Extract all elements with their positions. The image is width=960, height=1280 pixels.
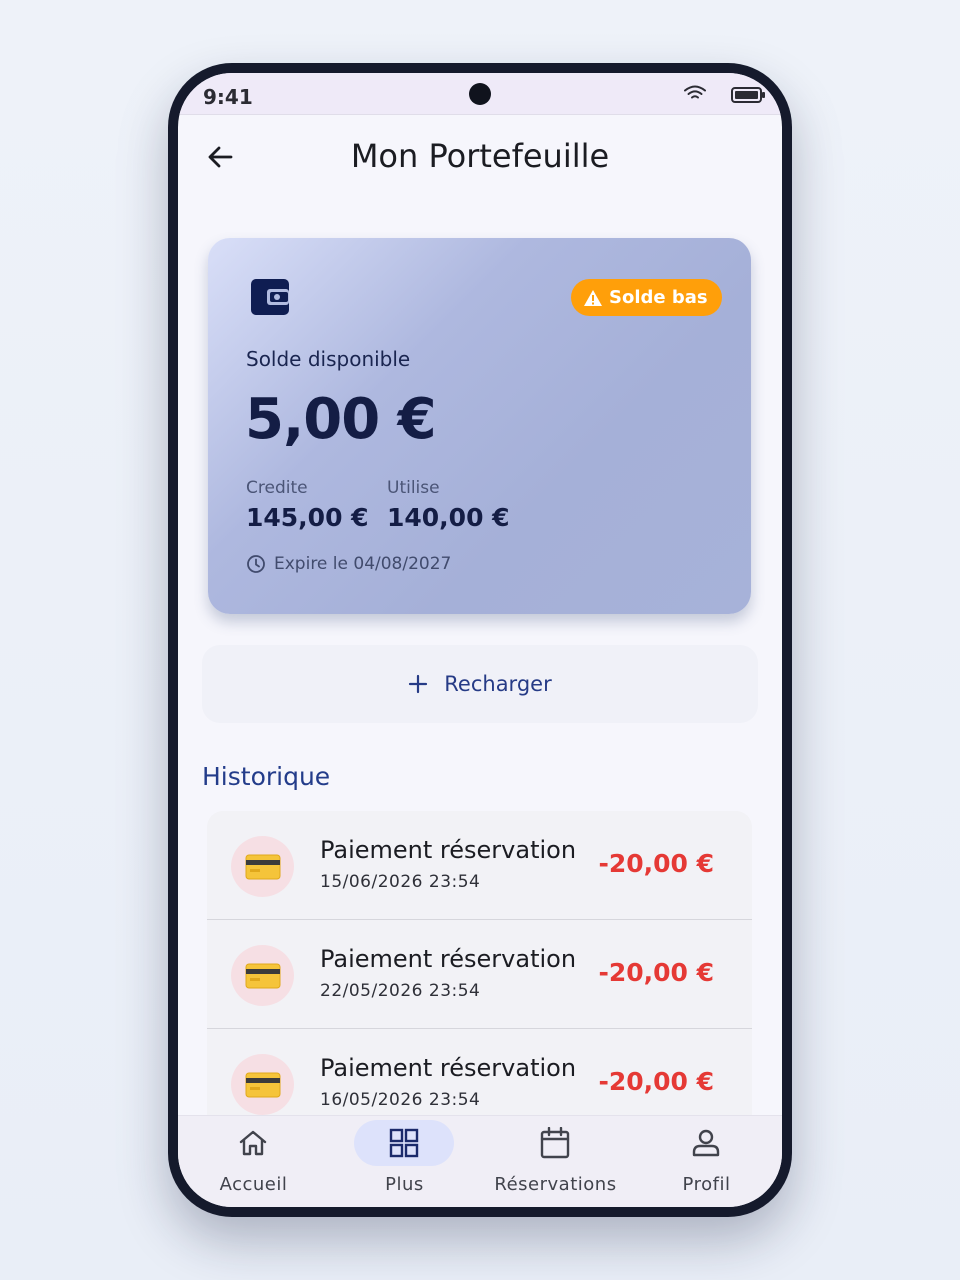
transaction-list: Paiement réservation 15/06/2026 23:54 -2… — [207, 811, 752, 1138]
nav-label: Plus — [385, 1174, 424, 1195]
status-time: 9:41 — [203, 85, 253, 109]
used-label: Utilise — [387, 478, 440, 498]
transaction-title: Paiement réservation — [320, 836, 577, 864]
plus-icon — [409, 674, 428, 694]
page-title: Mon Portefeuille — [350, 137, 610, 175]
calendar-icon — [540, 1127, 570, 1159]
recharge-button[interactable]: Recharger — [202, 645, 758, 723]
grid-icon — [389, 1128, 419, 1158]
nav-item-accueil[interactable]: Accueil — [178, 1116, 329, 1207]
app-bar: Mon Portefeuille — [178, 115, 782, 199]
transaction-row[interactable]: Paiement réservation 22/05/2026 23:54 -2… — [207, 920, 752, 1029]
used-value: 140,00 € — [387, 503, 510, 532]
wifi-icon — [684, 85, 706, 105]
warning-icon — [584, 289, 602, 306]
nav-pill — [656, 1120, 756, 1166]
battery-icon — [731, 86, 767, 108]
nav-pill — [505, 1120, 605, 1166]
nav-pill — [354, 1120, 454, 1166]
nav-pill — [203, 1120, 303, 1166]
bottom-navigation: Accueil Plus Réservations Profil — [178, 1115, 782, 1207]
transaction-title: Paiement réservation — [320, 1054, 577, 1082]
recharge-label: Recharger — [444, 672, 552, 696]
nav-label: Accueil — [219, 1174, 288, 1195]
transaction-row[interactable]: Paiement réservation 15/06/2026 23:54 -2… — [207, 811, 752, 920]
home-icon — [239, 1130, 267, 1156]
transaction-date: 22/05/2026 23:54 — [320, 981, 481, 1001]
nav-item-profil[interactable]: Profil — [631, 1116, 782, 1207]
transaction-title: Paiement réservation — [320, 945, 577, 973]
nav-label: Profil — [682, 1174, 731, 1195]
credit-card-icon — [231, 945, 294, 1006]
transaction-date: 15/06/2026 23:54 — [320, 872, 481, 892]
low-balance-badge: Solde bas — [571, 279, 722, 316]
transaction-amount: -20,00 € — [598, 958, 714, 987]
credited-value: 145,00 € — [246, 503, 369, 532]
camera-cutout — [469, 83, 491, 105]
available-balance-amount: 5,00 € — [245, 387, 437, 452]
transaction-amount: -20,00 € — [598, 849, 714, 878]
badge-label: Solde bas — [609, 287, 708, 308]
transaction-date: 16/05/2026 23:54 — [320, 1090, 481, 1110]
screen: 9:41 Mon Portefeuille Solde bas Solde di… — [178, 73, 782, 1207]
phone-frame: 9:41 Mon Portefeuille Solde bas Solde di… — [168, 63, 792, 1217]
status-bar: 9:41 — [178, 73, 782, 115]
credit-card-icon — [231, 836, 294, 897]
available-balance-label: Solde disponible — [246, 347, 411, 371]
wallet-balance-card: Solde bas Solde disponible 5,00 € Credit… — [208, 238, 751, 614]
nav-item-reservations[interactable]: Réservations — [480, 1116, 631, 1207]
clock-icon — [247, 555, 265, 573]
history-title: Historique — [202, 762, 331, 791]
wallet-icon — [249, 277, 293, 321]
credit-card-icon — [231, 1054, 294, 1115]
expiry-row: Expire le 04/08/2027 — [246, 554, 451, 574]
expiry-text: Expire le 04/08/2027 — [274, 554, 452, 574]
nav-label: Réservations — [494, 1174, 617, 1195]
person-icon — [692, 1129, 720, 1157]
transaction-amount: -20,00 € — [598, 1067, 714, 1096]
credited-label: Credite — [246, 478, 308, 498]
nav-item-plus[interactable]: Plus — [329, 1116, 480, 1207]
